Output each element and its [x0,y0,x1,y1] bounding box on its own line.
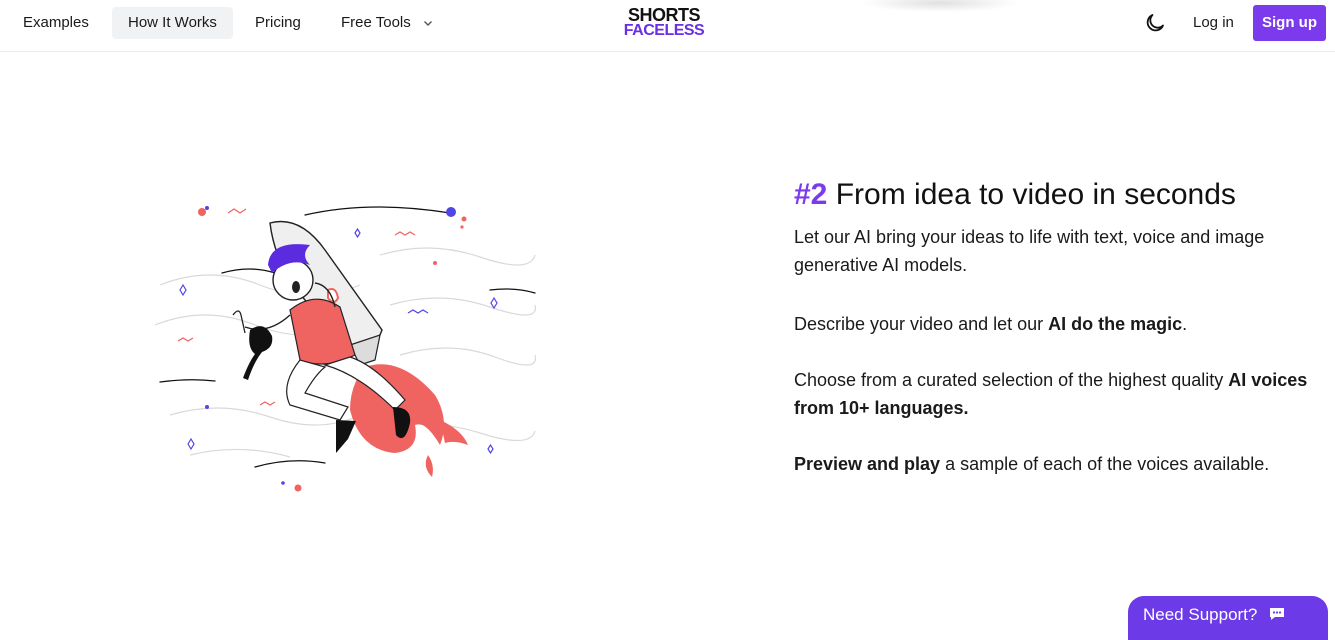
magic-highlight: AI do the magic [1048,314,1183,334]
need-support-button[interactable]: Need Support? [1128,596,1328,640]
section-title: From idea to video in seconds [835,178,1236,211]
support-label: Need Support? [1143,605,1258,624]
nav-free-tools-label: Free Tools [341,14,411,31]
magic-text: Describe your video and let our [794,314,1049,334]
preview-text: a sample of each of the voices available… [940,454,1270,474]
logo-line-2: FACELESS [623,22,705,39]
nav-how-it-works[interactable]: How It Works [112,7,233,39]
nav-pricing[interactable]: Pricing [239,7,317,39]
section-heading: #2 From idea to video in seconds [794,176,1314,214]
site-logo[interactable]: SHORTS FACELESS [619,5,709,39]
how-it-works-section: #2 From idea to video in seconds Let our… [794,176,1314,478]
rocket-person-illustration [154,206,537,492]
intro-paragraph: Let our AI bring your ideas to life with… [794,227,1265,275]
decorative-smudge [860,0,1020,12]
magic-suffix: . [1182,314,1188,334]
nav-free-tools[interactable]: Free Tools [325,7,449,39]
login-link[interactable]: Log in [1181,7,1246,39]
chat-icon [1270,608,1285,621]
voices-text: Choose from a curated selection of the h… [794,370,1229,390]
step-number: #2 [794,178,828,211]
preview-paragraph: Preview and play a sample of each of the… [794,450,1314,478]
moon-icon[interactable] [1143,11,1167,35]
signup-button[interactable]: Sign up [1253,5,1326,41]
chevron-down-icon [423,21,432,27]
nav-examples[interactable]: Examples [7,7,105,39]
magic-paragraph: Describe your video and let our AI do th… [794,310,1314,338]
voices-paragraph: Choose from a curated selection of the h… [794,366,1314,422]
logo-line-1: SHORTS [627,5,701,25]
top-navigation-bar: Examples How It Works Pricing Free Tools… [0,0,1335,52]
preview-highlight: Preview and play [794,454,941,474]
